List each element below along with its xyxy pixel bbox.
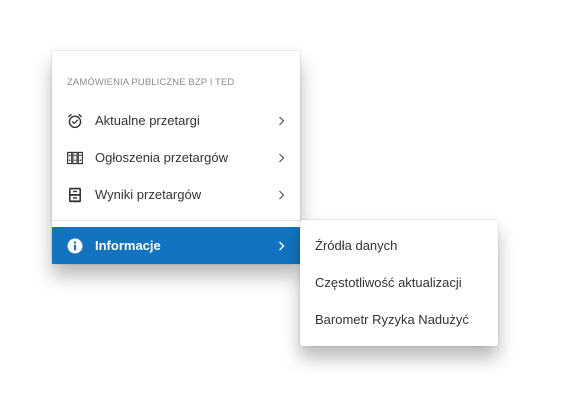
- chevron-right-icon: [276, 240, 286, 252]
- menu-item-wyniki-przetargow[interactable]: Wyniki przetargów: [52, 176, 300, 213]
- submenu-item-zrodla-danych[interactable]: Źródła danych: [300, 227, 498, 264]
- informacje-submenu: Źródła danych Częstotliwość aktualizacji…: [300, 220, 498, 346]
- chevron-right-icon: [276, 189, 286, 201]
- menu-item-informacje[interactable]: Informacje: [52, 227, 300, 264]
- menu-header: ZAMÓWIENIA PUBLICZNE BZP I TED: [67, 77, 235, 88]
- main-menu: ZAMÓWIENIA PUBLICZNE BZP I TED Aktualne …: [52, 51, 300, 264]
- alarm-clock-icon: [67, 113, 83, 129]
- chevron-right-icon: [276, 152, 286, 164]
- binders-icon: [67, 150, 83, 166]
- menu-item-ogloszenia-przetargow[interactable]: Ogłoszenia przetargów: [52, 139, 300, 176]
- submenu-item-label: Źródła danych: [315, 238, 398, 253]
- menu-item-label: Ogłoszenia przetargów: [95, 150, 228, 165]
- stage: ZAMÓWIENIA PUBLICZNE BZP I TED Aktualne …: [0, 0, 562, 410]
- submenu-item-czestotliwosc-aktualizacji[interactable]: Częstotliwość aktualizacji: [300, 264, 498, 301]
- file-cabinet-icon: [67, 187, 83, 203]
- menu-item-label: Aktualne przetargi: [95, 113, 200, 128]
- chevron-right-icon: [276, 115, 286, 127]
- menu-item-label: Wyniki przetargów: [95, 187, 202, 202]
- info-circle-icon: [67, 238, 83, 254]
- submenu-item-label: Częstotliwość aktualizacji: [315, 275, 462, 290]
- submenu-item-barometr-ryzyka[interactable]: Barometr Ryzyka Nadużyć: [300, 301, 498, 338]
- submenu-item-label: Barometr Ryzyka Nadużyć: [315, 312, 469, 327]
- menu-divider: [52, 220, 300, 221]
- menu-item-aktualne-przetargi[interactable]: Aktualne przetargi: [52, 102, 300, 139]
- menu-item-label: Informacje: [95, 238, 161, 253]
